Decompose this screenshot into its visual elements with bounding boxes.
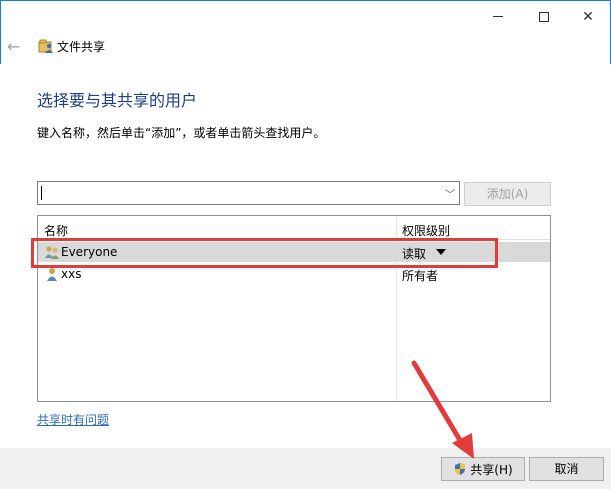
column-header-permission[interactable]: 权限级别 <box>402 222 450 239</box>
row-permission: 所有者 <box>402 269 439 283</box>
cancel-button[interactable]: 取消 <box>529 457 604 481</box>
text-caret <box>41 186 42 200</box>
title-bar: ✕ ← 文件共享 <box>0 0 611 64</box>
instruction-text: 键入名称，然后单击“添加”，或者单击箭头查找用户。 <box>37 126 326 140</box>
close-icon[interactable]: ✕ <box>565 2 611 31</box>
user-name-combobox[interactable]: ﹀ <box>37 181 460 205</box>
file-share-icon <box>38 39 53 53</box>
chevron-down-icon[interactable]: ﹀ <box>445 186 455 201</box>
maximize-icon[interactable] <box>521 2 567 31</box>
column-header-name[interactable]: 名称 <box>44 222 68 239</box>
add-button[interactable]: 添加(A) <box>464 182 551 206</box>
back-arrow-icon[interactable]: ← <box>7 37 20 56</box>
user-icon <box>47 268 57 281</box>
annotation-arrow <box>411 360 474 459</box>
row-name: xxs <box>61 267 82 281</box>
page-heading: 选择要与其共享的用户 <box>37 91 198 110</box>
minimize-icon[interactable] <box>475 2 521 31</box>
help-link[interactable]: 共享时有问题 <box>37 411 109 428</box>
window-title: 文件共享 <box>57 40 106 54</box>
annotation-highlight-box <box>31 238 498 268</box>
list-header: 名称 权限级别 <box>38 216 550 240</box>
